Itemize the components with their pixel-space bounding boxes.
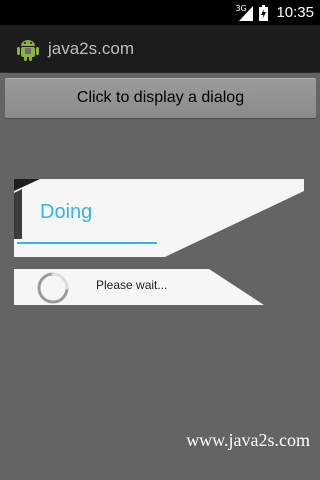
spinner-icon bbox=[37, 272, 69, 304]
status-time: 10:35 bbox=[276, 4, 314, 21]
app-screen: 3G 10:35 java2s.com Click to display a d… bbox=[0, 0, 320, 480]
android-icon bbox=[14, 35, 42, 63]
watermark: www.java2s.com bbox=[186, 430, 310, 450]
status-bar: 3G 10:35 bbox=[0, 0, 320, 25]
dialog-message: Please wait... bbox=[96, 278, 168, 292]
dialog-fold-shadow bbox=[14, 179, 40, 239]
app-title: java2s.com bbox=[48, 38, 134, 58]
progress-dialog-body: Please wait... bbox=[14, 269, 264, 305]
show-dialog-button[interactable]: Click to display a dialog bbox=[5, 78, 316, 118]
action-bar: java2s.com bbox=[0, 25, 320, 73]
battery-icon bbox=[259, 4, 269, 21]
signal-icon: 3G bbox=[235, 4, 254, 21]
